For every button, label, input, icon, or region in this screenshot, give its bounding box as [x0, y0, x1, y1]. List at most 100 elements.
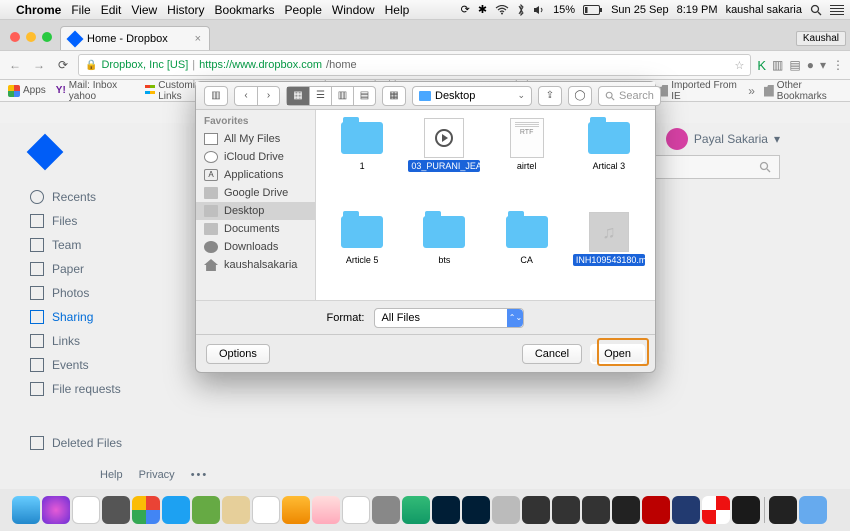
dock-icon trash[interactable] [799, 496, 827, 524]
fav-applications[interactable]: AApplications [196, 166, 315, 184]
menu-help[interactable]: Help [385, 3, 410, 17]
kaspersky-ext-icon[interactable]: K [757, 58, 766, 73]
dock-icon excel[interactable] [402, 496, 430, 524]
spotlight-icon[interactable] [810, 4, 822, 16]
nav-back-button[interactable]: ‹ [235, 87, 257, 105]
dock-icon messages[interactable] [192, 496, 220, 524]
menubar-user[interactable]: kaushal sakaria [726, 4, 802, 16]
dock-icon vlc[interactable] [372, 496, 400, 524]
chrome-profile-badge[interactable]: Kaushal [796, 31, 846, 46]
bookmark-apps[interactable]: Apps [8, 85, 46, 97]
file-item[interactable]: 1 [322, 118, 402, 210]
menu-view[interactable]: View [131, 3, 157, 17]
file-item[interactable]: Article 5 [322, 212, 402, 300]
dock-icon calendar[interactable] [252, 496, 280, 524]
menu-people[interactable]: People [285, 3, 322, 17]
file-item[interactable]: 03_PURANI_JEANS.mp3 [404, 118, 484, 210]
sync-icon[interactable]: ⟳ [461, 3, 470, 16]
dock-icon safari[interactable] [162, 496, 190, 524]
dock-icon settings[interactable] [102, 496, 130, 524]
fav-googledrive[interactable]: Google Drive [196, 184, 315, 202]
share-button[interactable]: ⇪ [539, 87, 561, 105]
fav-all-my-files[interactable]: All My Files [196, 130, 315, 148]
menubar-date[interactable]: Sun 25 Sep [611, 4, 669, 16]
dock-icon preview[interactable] [342, 496, 370, 524]
menu-history[interactable]: History [167, 3, 204, 17]
bookmark-star-icon[interactable]: ☆ [734, 59, 744, 72]
dock-icon contacts[interactable] [222, 496, 250, 524]
idm-ext-icon[interactable]: ▥ [772, 58, 783, 73]
tab-close-icon[interactable]: × [195, 33, 201, 45]
fav-icloud[interactable]: iCloud Drive [196, 148, 315, 166]
reload-button[interactable]: ⟳ [54, 58, 72, 72]
back-button[interactable]: ← [6, 58, 24, 72]
group-button[interactable]: ▦ [383, 87, 405, 105]
chrome-menu-icon[interactable]: ⋮ [832, 58, 844, 73]
url-field[interactable]: 🔒 Dropbox, Inc [US] | https://www.dropbo… [78, 54, 751, 76]
wifi-icon[interactable] [495, 5, 509, 15]
menu-file[interactable]: File [71, 3, 90, 17]
dock-icon siri[interactable] [42, 496, 70, 524]
browser-tab[interactable]: Home - Dropbox × [60, 26, 210, 50]
bookmark-imported[interactable]: Imported From IE [658, 80, 738, 102]
evernote-ext-icon[interactable]: ● [807, 58, 814, 73]
dock-icon app3[interactable] [732, 496, 760, 524]
dock-icon itunes[interactable] [312, 496, 340, 524]
dock-icon lightroom[interactable] [432, 496, 460, 524]
location-dropdown[interactable]: Desktop ⌄ [412, 86, 532, 106]
battery-icon[interactable] [583, 5, 603, 15]
file-grid[interactable]: 1 03_PURANI_JEANS.mp3 RTFairtel Artical … [316, 110, 655, 300]
app-menu[interactable]: Chrome [16, 3, 61, 17]
ext-icon-2[interactable]: ▤ [789, 58, 800, 73]
menu-edit[interactable]: Edit [101, 3, 122, 17]
menubar-time[interactable]: 8:19 PM [677, 4, 718, 16]
file-item[interactable]: CA [487, 212, 567, 300]
pocket-ext-icon[interactable]: ▾ [820, 58, 826, 73]
dock-icon terminal[interactable] [582, 496, 610, 524]
view-column-button[interactable]: ▥ [331, 87, 353, 105]
bookmark-yahoo[interactable]: Y!Mail: Inbox yahoo [56, 80, 135, 102]
dock-icon quicktime[interactable] [492, 496, 520, 524]
window-close-button[interactable] [10, 32, 20, 42]
menu-bookmarks[interactable]: Bookmarks [215, 3, 275, 17]
window-minimize-button[interactable] [26, 32, 36, 42]
dialog-search-field[interactable]: Search [598, 86, 661, 106]
view-icon-button[interactable]: ▦ [287, 87, 309, 105]
dock-icon app1[interactable] [522, 496, 550, 524]
dock-icon ibooks[interactable] [282, 496, 310, 524]
bluetooth-icon[interactable] [517, 4, 525, 16]
bookmarks-overflow[interactable]: » Other Bookmarks [748, 80, 842, 102]
dock-icon picasa[interactable] [702, 496, 730, 524]
fav-home[interactable]: kaushalsakaria [196, 256, 315, 274]
volume-icon[interactable] [533, 5, 545, 15]
nav-forward-button[interactable]: › [257, 87, 279, 105]
dock-icon chrome[interactable] [132, 496, 160, 524]
menu-window[interactable]: Window [332, 3, 375, 17]
dock-icon app2[interactable] [552, 496, 580, 524]
file-item[interactable]: RTFairtel [487, 118, 567, 210]
window-zoom-button[interactable] [42, 32, 52, 42]
tags-button[interactable]: ◯ [569, 87, 591, 105]
sidebar-toggle[interactable]: ▥ [204, 86, 228, 106]
dock-icon downloads[interactable] [769, 496, 797, 524]
dock-icon gopro[interactable] [612, 496, 640, 524]
open-button[interactable]: Open [590, 344, 645, 364]
dock-icon photoshop[interactable] [462, 496, 490, 524]
options-button[interactable]: Options [206, 344, 270, 364]
file-item[interactable]: bts [404, 212, 484, 300]
format-select[interactable]: All Files ⌃⌄ [374, 308, 524, 328]
cancel-button[interactable]: Cancel [522, 344, 582, 364]
file-item[interactable]: ♫INH109543180.mp3 [569, 212, 649, 300]
dock-icon teamviewer[interactable] [672, 496, 700, 524]
dock-icon filezilla[interactable] [642, 496, 670, 524]
view-gallery-button[interactable]: ▤ [353, 87, 375, 105]
file-item[interactable]: Artical 3 [569, 118, 649, 210]
fav-documents[interactable]: Documents [196, 220, 315, 238]
fan-icon[interactable]: ✱ [478, 3, 487, 16]
fav-desktop[interactable]: Desktop [196, 202, 315, 220]
fav-downloads[interactable]: Downloads [196, 238, 315, 256]
dock-icon finder[interactable] [12, 496, 40, 524]
view-list-button[interactable]: ☰ [309, 87, 331, 105]
dock-icon launchpad[interactable] [72, 496, 100, 524]
notification-center-icon[interactable] [830, 5, 844, 15]
